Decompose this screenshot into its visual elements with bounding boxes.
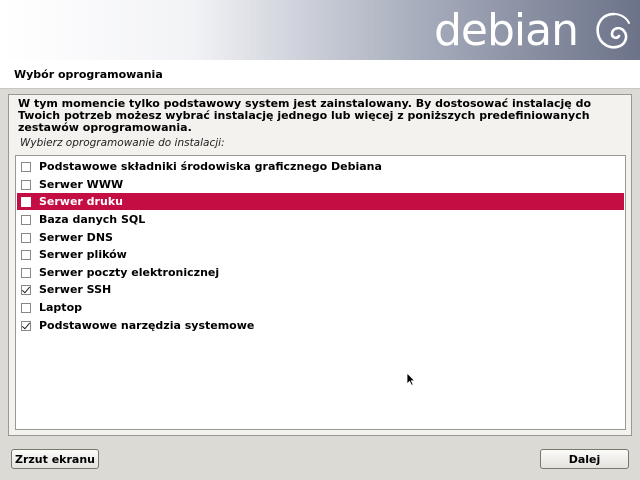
checkbox[interactable] (21, 302, 31, 313)
list-item-standard-utilities[interactable]: Podstawowe narzędzia systemowe (17, 317, 624, 334)
list-item-label: Serwer WWW (39, 178, 124, 191)
mouse-pointer-icon (406, 372, 416, 386)
list-item-file-server[interactable]: Serwer plików (17, 246, 624, 263)
list-item-mail-server[interactable]: Serwer poczty elektronicznej (17, 264, 624, 281)
list-item-label: Podstawowe narzędzia systemowe (39, 319, 255, 332)
checkbox[interactable] (21, 161, 31, 172)
header-banner: debian (0, 0, 640, 60)
list-item-desktop-environment[interactable]: Podstawowe składniki środowiska graficzn… (17, 158, 624, 175)
list-item-label: Serwer DNS (39, 231, 113, 244)
description-text: W tym momencie tylko podstawowy system j… (18, 97, 592, 134)
list-item-print-server[interactable]: Serwer druku (17, 193, 624, 210)
list-item-label: Serwer poczty elektronicznej (39, 266, 220, 279)
selection-prompt: Wybierz oprogramowanie do instalacji: (20, 137, 225, 149)
list-item-label: Serwer druku (39, 195, 123, 208)
continue-button[interactable]: Dalej (540, 449, 629, 469)
software-selection-list[interactable]: Podstawowe składniki środowiska graficzn… (15, 155, 626, 430)
page-title: Wybór oprogramowania (14, 68, 163, 81)
checkbox[interactable] (21, 284, 31, 295)
list-item-label: Podstawowe składniki środowiska graficzn… (39, 160, 382, 173)
list-item-ssh-server[interactable]: Serwer SSH (17, 281, 624, 298)
checkbox[interactable] (21, 267, 31, 278)
list-item-label: Serwer SSH (39, 283, 112, 296)
checkbox[interactable] (21, 249, 31, 260)
list-item-sql-database[interactable]: Baza danych SQL (17, 211, 624, 228)
checkbox[interactable] (21, 232, 31, 243)
list-item-label: Serwer plików (39, 248, 127, 261)
checkbox[interactable] (21, 196, 31, 207)
debian-swirl-icon (596, 12, 630, 49)
checkbox[interactable] (21, 320, 31, 331)
checkbox[interactable] (21, 214, 31, 225)
debian-logo-text: debian (433, 5, 579, 56)
list-item-label: Baza danych SQL (39, 213, 146, 226)
list-item-web-server[interactable]: Serwer WWW (17, 176, 624, 193)
screenshot-button[interactable]: Zrzut ekranu (11, 449, 99, 469)
checkbox[interactable] (21, 179, 31, 190)
list-item-laptop[interactable]: Laptop (17, 299, 624, 316)
list-item-dns-server[interactable]: Serwer DNS (17, 229, 624, 246)
list-item-label: Laptop (39, 301, 82, 314)
